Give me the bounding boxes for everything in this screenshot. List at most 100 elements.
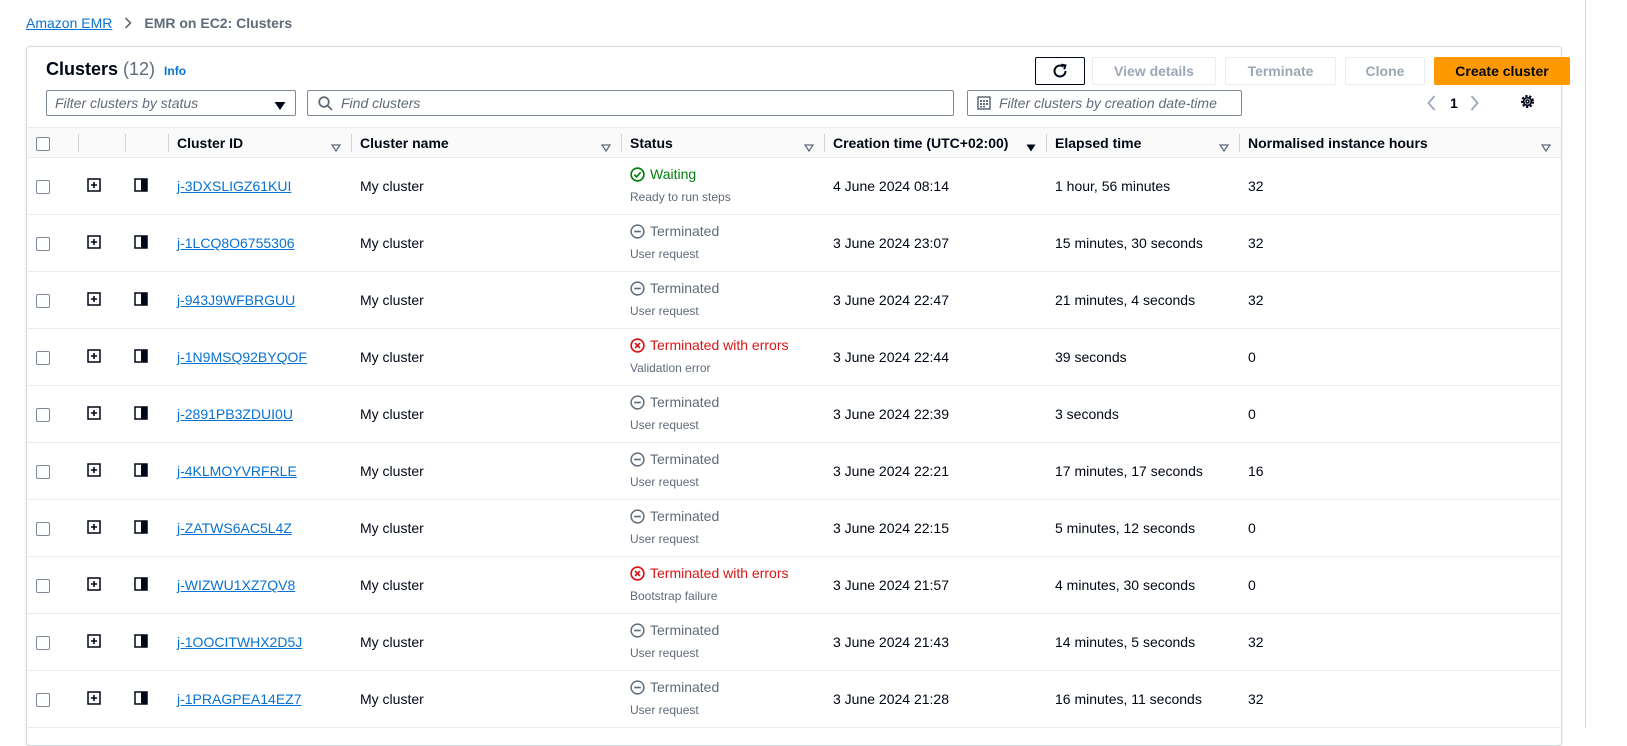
table-row[interactable]: j-4KLMOYVRFRLE My cluster Terminated Use… [27, 442, 1561, 500]
side-panel-icon[interactable] [134, 405, 148, 420]
refresh-button[interactable] [1035, 57, 1085, 85]
expand-icon[interactable] [87, 633, 101, 648]
expand-icon[interactable] [87, 291, 101, 306]
status-filter-select[interactable]: Filter clusters by status [46, 90, 296, 116]
expand-icon[interactable] [87, 234, 101, 249]
side-panel-icon[interactable] [134, 291, 148, 306]
creation-time-cell: 4 June 2024 08:14 [824, 157, 1046, 215]
error-x-icon [630, 337, 650, 353]
side-panel-icon[interactable] [134, 633, 148, 648]
sort-icon [1540, 139, 1552, 155]
current-page-number[interactable]: 1 [1450, 95, 1458, 111]
side-panel-icon[interactable] [134, 690, 148, 705]
row-checkbox[interactable] [36, 408, 50, 423]
expand-icon[interactable] [87, 690, 101, 705]
cluster-id-link[interactable]: j-1PRAGPEA14EZ7 [177, 691, 302, 707]
view-details-button[interactable]: View details [1092, 57, 1216, 85]
table-row[interactable]: j-1PRAGPEA14EZ7 My cluster Terminated Us… [27, 670, 1561, 728]
breadcrumb-link-amazon-emr[interactable]: Amazon EMR [26, 15, 112, 31]
status-reason: Ready to run steps [630, 190, 731, 204]
expand-icon[interactable] [87, 462, 101, 477]
elapsed-time-cell: 1 hour, 56 minutes [1046, 157, 1239, 215]
status-filter-placeholder: Filter clusters by status [55, 95, 199, 111]
date-filter-input[interactable]: Filter clusters by creation date-time [967, 90, 1242, 116]
column-header-status[interactable]: Status [621, 127, 824, 158]
status-label: Terminated [650, 451, 720, 467]
side-panel-icon[interactable] [134, 462, 148, 477]
cluster-id-cell: j-943J9WFBRGUU [168, 271, 351, 329]
status-reason: User request [630, 646, 699, 660]
clone-button[interactable]: Clone [1345, 57, 1425, 85]
column-header-cluster-id[interactable]: Cluster ID [168, 127, 351, 158]
row-select-cell [27, 499, 78, 557]
row-checkbox[interactable] [36, 237, 50, 252]
details-cell [125, 214, 168, 272]
expand-icon[interactable] [87, 348, 101, 363]
create-cluster-button[interactable]: Create cluster [1434, 57, 1570, 85]
chevron-right-icon [124, 17, 132, 29]
page-title: Clusters [46, 59, 119, 79]
column-header-instance-hours[interactable]: Normalised instance hours [1239, 127, 1561, 158]
row-checkbox[interactable] [36, 465, 50, 480]
previous-page-icon[interactable] [1427, 95, 1436, 111]
row-checkbox[interactable] [36, 294, 50, 309]
row-select-cell [27, 271, 78, 329]
cluster-id-cell: j-1OOCITWHX2D5J [168, 613, 351, 671]
side-panel-icon[interactable] [134, 519, 148, 534]
cluster-id-link[interactable]: j-ZATWS6AC5L4Z [177, 520, 292, 536]
sort-icon [330, 139, 342, 155]
table-row[interactable]: j-3DXSLIGZ61KUI My cluster Waiting Ready… [27, 157, 1561, 215]
date-filter-placeholder: Filter clusters by creation date-time [999, 95, 1217, 111]
info-link[interactable]: Info [164, 64, 186, 78]
row-checkbox[interactable] [36, 636, 50, 651]
status-indicator: Terminated [630, 508, 824, 524]
table-row[interactable]: j-1LCQ8O6755306 My cluster Terminated Us… [27, 214, 1561, 272]
terminate-button[interactable]: Terminate [1225, 57, 1336, 85]
row-checkbox[interactable] [36, 579, 50, 594]
cluster-id-link[interactable]: j-4KLMOYVRFRLE [177, 463, 297, 479]
table-row[interactable]: j-2891PB3ZDUI0U My cluster Terminated Us… [27, 385, 1561, 443]
status-indicator: Terminated [630, 223, 824, 239]
expand-icon[interactable] [87, 177, 101, 192]
cluster-id-link[interactable]: j-WIZWU1XZ7QV8 [177, 577, 295, 593]
column-header-cluster-name[interactable]: Cluster name [351, 127, 621, 158]
cluster-id-link[interactable]: j-1OOCITWHX2D5J [177, 634, 302, 650]
cluster-name-cell: My cluster [351, 442, 621, 500]
side-panel-icon[interactable] [134, 576, 148, 591]
table-row[interactable]: j-ZATWS6AC5L4Z My cluster Terminated Use… [27, 499, 1561, 557]
gear-icon[interactable] [1519, 93, 1536, 115]
side-panel-icon[interactable] [134, 234, 148, 249]
row-select-cell [27, 670, 78, 728]
side-panel-icon[interactable] [134, 177, 148, 192]
sort-icon [600, 139, 612, 155]
row-checkbox[interactable] [36, 180, 50, 195]
expand-cell [78, 214, 125, 272]
cluster-id-link[interactable]: j-1LCQ8O6755306 [177, 235, 295, 251]
expand-icon[interactable] [87, 405, 101, 420]
table-row[interactable]: j-1N9MSQ92BYQOF My cluster Terminated wi… [27, 328, 1561, 386]
row-checkbox[interactable] [36, 522, 50, 537]
cluster-id-link[interactable]: j-943J9WFBRGUU [177, 292, 295, 308]
expand-icon[interactable] [87, 576, 101, 591]
cluster-id-link[interactable]: j-2891PB3ZDUI0U [177, 406, 293, 422]
table-row[interactable]: j-1OOCITWHX2D5J My cluster Terminated Us… [27, 613, 1561, 671]
cluster-id-link[interactable]: j-1N9MSQ92BYQOF [177, 349, 307, 365]
row-select-cell [27, 157, 78, 215]
cluster-name-cell: My cluster [351, 670, 621, 728]
select-all-checkbox[interactable] [36, 136, 50, 151]
status-label: Waiting [650, 166, 697, 182]
expand-cell [78, 670, 125, 728]
expand-icon[interactable] [87, 519, 101, 534]
row-checkbox[interactable] [36, 351, 50, 366]
creation-time-cell: 3 June 2024 22:39 [824, 385, 1046, 443]
search-input[interactable]: Find clusters [307, 90, 954, 116]
status-label: Terminated [650, 508, 720, 524]
column-header-creation-time[interactable]: Creation time (UTC+02:00) [824, 127, 1046, 158]
column-header-elapsed-time[interactable]: Elapsed time [1046, 127, 1239, 158]
table-row[interactable]: j-WIZWU1XZ7QV8 My cluster Terminated wit… [27, 556, 1561, 614]
next-page-icon[interactable] [1470, 95, 1479, 111]
table-row[interactable]: j-943J9WFBRGUU My cluster Terminated Use… [27, 271, 1561, 329]
row-checkbox[interactable] [36, 693, 50, 708]
side-panel-icon[interactable] [134, 348, 148, 363]
cluster-id-link[interactable]: j-3DXSLIGZ61KUI [177, 178, 291, 194]
